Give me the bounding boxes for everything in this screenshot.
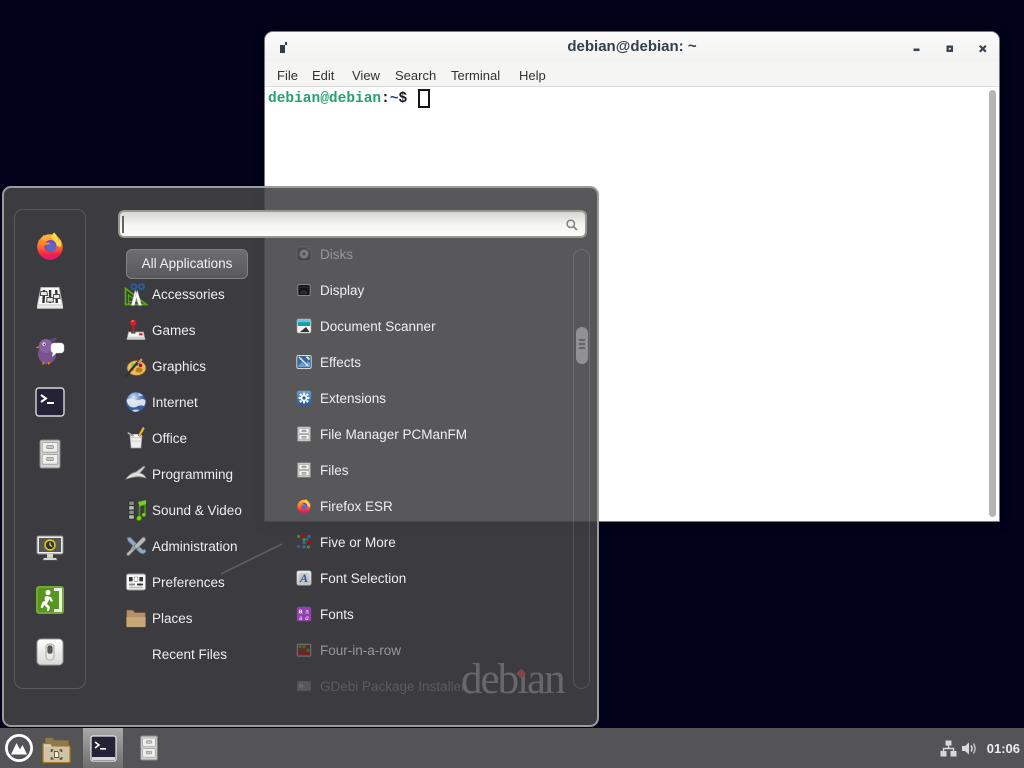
svg-text:a: a (305, 614, 309, 622)
svg-text:a: a (299, 615, 303, 622)
svg-text:A: A (299, 571, 308, 585)
